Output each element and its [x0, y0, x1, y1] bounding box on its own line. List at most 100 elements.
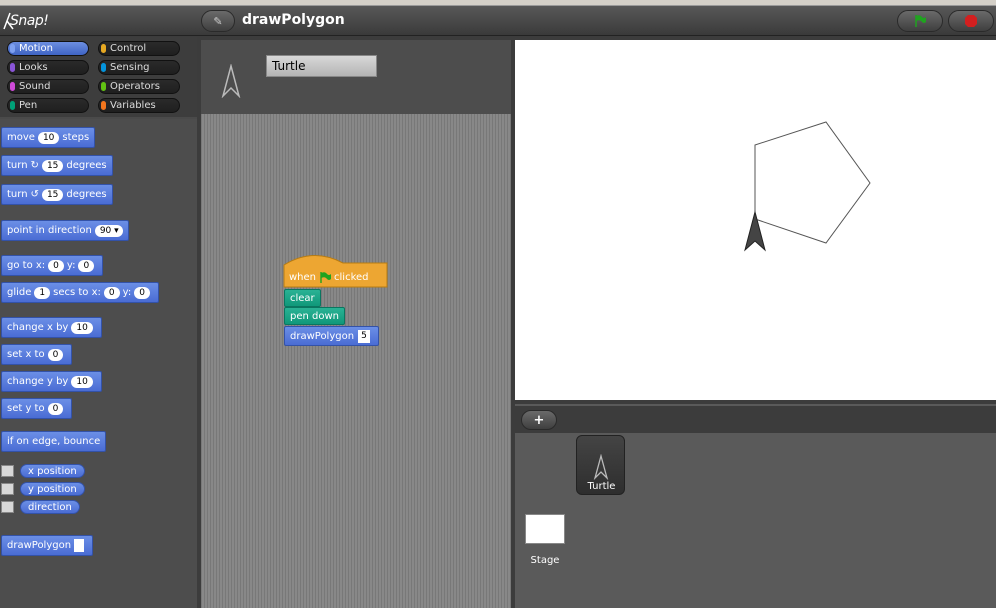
snap-logo[interactable]: Snap! [2, 9, 52, 33]
steps-input[interactable]: 10 [37, 131, 60, 144]
category-operators[interactable]: Operators [98, 79, 180, 94]
point-in-direction-block[interactable]: point in direction 90 ▾ [1, 220, 129, 241]
sprite-info-bar: Turtle [201, 40, 511, 114]
if-on-edge-bounce-block[interactable]: if on edge, bounce [1, 431, 107, 452]
block-label: when [289, 271, 317, 283]
category-sound[interactable]: Sound [7, 79, 89, 94]
value-input[interactable]: 10 [71, 321, 93, 334]
y-position-reporter[interactable]: y position [20, 482, 85, 496]
stage[interactable] [515, 40, 996, 400]
sprite-corral: Turtle Stage [515, 433, 996, 608]
pencil-icon: ✎ [213, 14, 223, 28]
block-label: change y by [7, 376, 69, 387]
turn-clockwise-block[interactable]: turn ↻ 15 degrees [1, 155, 113, 176]
degrees-input[interactable]: 15 [41, 188, 64, 201]
sprite-name-field[interactable]: Turtle [266, 55, 377, 77]
block-label: drawPolygon [7, 540, 72, 551]
category-variables[interactable]: Variables [98, 98, 180, 113]
move-steps-block[interactable]: move 10 steps [1, 127, 96, 148]
block-label: set y to [7, 403, 45, 414]
set-x-block[interactable]: set x to 0 [1, 344, 73, 365]
pentagon-drawing [754, 121, 871, 244]
turtle-sprite[interactable] [744, 210, 766, 252]
x-position-reporter[interactable]: x position [20, 464, 85, 478]
block-label: degrees [66, 160, 107, 171]
corral-toolbar: + [515, 404, 996, 433]
sprite-thumbnail-turtle[interactable]: Turtle [576, 435, 625, 495]
turn-counterclockwise-block[interactable]: turn ↺ 15 degrees [1, 184, 113, 205]
block-label: y: [122, 287, 132, 298]
change-x-block[interactable]: change x by 10 [1, 317, 102, 338]
x-position-checkbox[interactable] [1, 465, 14, 477]
x-input[interactable]: 0 [48, 259, 64, 272]
sprite-label: Turtle [587, 481, 616, 492]
category-label: Operators [110, 81, 160, 92]
x-input[interactable]: 0 [103, 286, 120, 299]
category-label: Motion [19, 43, 53, 54]
when-flag-clicked-block[interactable]: when clicked [284, 267, 374, 287]
green-flag-button[interactable] [897, 10, 943, 32]
block-label: clicked [334, 271, 369, 283]
category-label: Pen [19, 100, 38, 111]
category-pen[interactable]: Pen [7, 98, 89, 113]
stage-thumbnail[interactable] [525, 514, 565, 544]
block-label: move [7, 132, 35, 143]
y-input[interactable]: 0 [78, 259, 95, 272]
stop-button[interactable] [948, 10, 994, 32]
degrees-input[interactable]: 15 [41, 159, 64, 172]
direction-checkbox[interactable] [1, 501, 14, 513]
block-label: turn [7, 189, 28, 200]
dropdown-arrow-icon: ▾ [114, 225, 119, 236]
block-label: change x by [7, 322, 69, 333]
turtle-icon [221, 64, 241, 98]
category-label: Control [110, 43, 147, 54]
direction-value: 90 [99, 225, 112, 236]
value-input[interactable]: 0 [47, 402, 64, 415]
pen-down-block[interactable]: pen down [284, 307, 345, 325]
category-selector: Motion Control Looks Sensing Sound Opera… [0, 37, 197, 117]
block-label: steps [62, 132, 90, 143]
stop-icon [965, 15, 977, 27]
block-label: glide [7, 287, 32, 298]
clear-block[interactable]: clear [284, 289, 321, 307]
value-input[interactable]: 0 [47, 348, 64, 361]
clockwise-icon: ↻ [30, 160, 39, 171]
turtle-icon [593, 454, 609, 480]
block-label: y: [66, 260, 76, 271]
edit-project-button[interactable]: ✎ [201, 10, 235, 32]
category-label: Sensing [110, 62, 150, 73]
category-motion[interactable]: Motion [7, 41, 89, 56]
category-control[interactable]: Control [98, 41, 180, 56]
block-palette: Motion Control Looks Sensing Sound Opera… [0, 37, 197, 608]
category-label: Variables [110, 100, 156, 111]
project-title: drawPolygon [242, 12, 345, 28]
draw-polygon-custom-block[interactable]: drawPolygon [1, 535, 94, 556]
category-label: Looks [19, 62, 48, 73]
add-sprite-button[interactable]: + [521, 410, 557, 430]
sides-input[interactable] [74, 539, 85, 552]
y-input[interactable]: 0 [134, 286, 150, 299]
block-label: if on edge, bounce [7, 436, 101, 447]
y-position-checkbox[interactable] [1, 483, 14, 495]
set-y-block[interactable]: set y to 0 [1, 398, 73, 419]
direction-reporter[interactable]: direction [20, 500, 80, 514]
block-label: degrees [66, 189, 107, 200]
block-label: set x to [7, 349, 45, 360]
block-label: point in direction [7, 225, 92, 236]
sides-input[interactable]: 5 [358, 329, 370, 343]
logo-text: Snap! [10, 13, 49, 29]
change-y-block[interactable]: change y by 10 [1, 371, 102, 392]
category-sensing[interactable]: Sensing [98, 60, 180, 75]
draw-polygon-block[interactable]: drawPolygon 5 [284, 326, 379, 346]
plus-icon: + [533, 412, 545, 428]
secs-input[interactable]: 1 [34, 286, 51, 299]
block-label: secs to x: [53, 287, 101, 298]
glide-block[interactable]: glide 1 secs to x: 0 y: 0 [1, 282, 159, 303]
block-label: turn [7, 160, 28, 171]
category-looks[interactable]: Looks [7, 60, 89, 75]
scripting-area[interactable]: when clicked clear pen down drawPolygon … [201, 114, 511, 608]
value-input[interactable]: 10 [71, 375, 93, 388]
direction-dropdown[interactable]: 90 ▾ [94, 224, 123, 237]
go-to-xy-block[interactable]: go to x: 0 y: 0 [1, 255, 104, 276]
palette-blocks: move 10 steps turn ↻ 15 degrees turn ↺ 1… [0, 119, 197, 608]
